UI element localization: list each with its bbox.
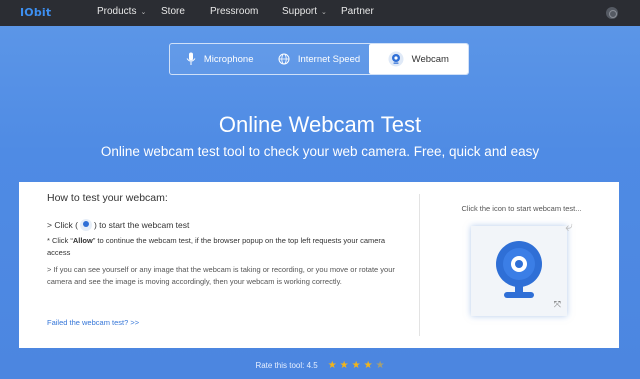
tab-microphone[interactable]: Microphone <box>170 44 269 74</box>
failed-test-link[interactable]: Failed the webcam test? >> <box>47 318 139 327</box>
fullscreen-icon[interactable]: ⤧ <box>554 299 561 310</box>
rating-label: Rate this tool: 4.5 <box>255 361 318 370</box>
nav-item-label: Partner <box>341 6 374 17</box>
globe-icon <box>278 53 290 65</box>
tab-label: Microphone <box>203 53 254 65</box>
webcam-test-card: How to test your webcam: > Click ( ) to … <box>19 182 619 348</box>
nav-item-products[interactable]: Products ⌄ <box>97 6 146 17</box>
tab-label: Internet Speed <box>297 53 361 65</box>
note-text-suffix: ” to continue the webcam test, if the br… <box>47 236 386 257</box>
note-text-prefix: * Click “ <box>47 236 73 245</box>
rating-stars[interactable]: ★ ★ ★ ★ ★ <box>328 360 385 371</box>
nav-item-label: Support <box>282 6 318 17</box>
half-star-icon[interactable]: ★ <box>376 360 385 371</box>
iobit-logo[interactable]: IObit <box>20 6 51 19</box>
microphone-icon <box>186 52 196 65</box>
language-globe-icon[interactable] <box>606 7 618 19</box>
card-divider <box>419 194 420 336</box>
step-text-prefix: > Click ( <box>47 220 78 230</box>
howto-note-allow: * Click “Allow” to continue the webcam t… <box>47 235 397 259</box>
page-subtitle: Online webcam test tool to check your we… <box>100 144 540 159</box>
nav-item-label: Store <box>161 6 185 17</box>
star-icon[interactable]: ★ <box>340 360 349 371</box>
howto-note-working: > If you can see yourself or any image t… <box>47 265 395 286</box>
webcam-icon <box>388 51 404 67</box>
note-text-bold: Allow <box>72 236 93 245</box>
star-icon[interactable]: ★ <box>352 360 361 371</box>
webcam-icon <box>79 219 92 231</box>
webcam-icon <box>496 241 542 298</box>
star-icon[interactable]: ★ <box>328 360 337 371</box>
tool-tabs: Microphone Internet Speed Webcam <box>169 43 469 75</box>
nav-item-store[interactable]: Store <box>161 6 185 17</box>
tab-internet-speed[interactable]: Internet Speed <box>269 44 368 74</box>
nav-item-label: Products <box>97 6 137 17</box>
nav-item-pressroom[interactable]: Pressroom <box>210 6 258 17</box>
nav-item-support[interactable]: Support ⌄ <box>282 6 327 17</box>
howto-step-start: > Click ( ) to start the webcam test <box>47 219 189 231</box>
webcam-start-hint: Click the icon to start webcam test... <box>461 204 582 213</box>
chevron-down-icon: ⌄ <box>140 8 147 16</box>
nav-item-label: Pressroom <box>210 6 259 17</box>
step-text-suffix: ) to start the webcam test <box>93 220 190 230</box>
star-icon[interactable]: ★ <box>364 360 373 371</box>
howto-heading: How to test your webcam: <box>47 192 168 204</box>
tab-webcam[interactable]: Webcam <box>368 44 468 74</box>
nav-item-partner[interactable]: Partner <box>341 6 374 17</box>
chevron-down-icon: ⌄ <box>321 8 327 16</box>
tool-rating: Rate this tool: 4.5 ★ ★ ★ ★ ★ <box>0 360 640 371</box>
page-title: Online Webcam Test <box>218 112 422 137</box>
start-webcam-button[interactable]: ⤶ ⤧ <box>471 218 573 316</box>
tab-label: Webcam <box>411 53 449 65</box>
top-nav: IObit Products ⌄ Store Pressroom Support… <box>0 0 640 26</box>
